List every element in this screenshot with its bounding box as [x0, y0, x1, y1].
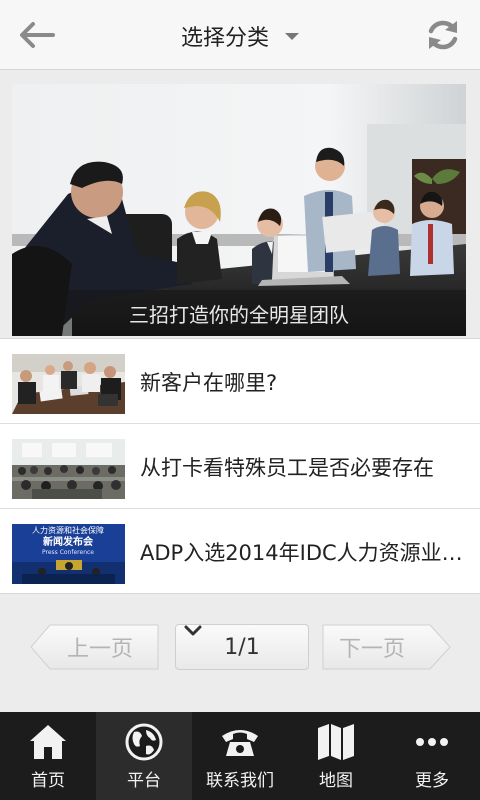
- tab-platform[interactable]: 平台: [96, 712, 192, 800]
- news-title: 新客户在哪里?: [140, 371, 278, 395]
- back-button[interactable]: [14, 14, 60, 56]
- thumb-line3: Press Conference: [42, 549, 94, 556]
- thumb-line2: 新闻发布会: [43, 535, 93, 548]
- tab-label: 联系我们: [206, 771, 274, 791]
- news-title: 从打卡看特殊员工是否必要存在: [140, 456, 434, 480]
- news-thumbnail: [12, 439, 125, 499]
- phone-icon: [222, 730, 258, 756]
- news-item[interactable]: 从打卡看特殊员工是否必要存在: [0, 424, 480, 509]
- bottom-tab-bar: 首页 平台 联系我们 地图 更多: [0, 712, 480, 800]
- news-title: ADP入选2014年IDC人力资源业…: [140, 541, 463, 565]
- category-selector[interactable]: 选择分类: [150, 18, 330, 54]
- next-page-button[interactable]: 下一页: [322, 624, 451, 670]
- top-bar: 选择分类: [0, 0, 480, 70]
- tab-home[interactable]: 首页: [0, 712, 96, 800]
- prev-page-button[interactable]: 上一页: [30, 624, 159, 670]
- tab-label: 平台: [127, 771, 161, 791]
- tab-label: 地图: [319, 771, 353, 791]
- next-page-label: 下一页: [338, 637, 405, 662]
- refresh-button[interactable]: [420, 14, 466, 56]
- chevron-down-icon: [184, 625, 202, 636]
- map-icon: [318, 724, 354, 760]
- news-item[interactable]: 新客户在哪里?: [0, 339, 480, 424]
- banner-slide[interactable]: 三招打造你的全明星团队: [12, 84, 466, 336]
- more-dots-icon: [416, 738, 448, 746]
- page-selector[interactable]: 1/1: [175, 624, 309, 670]
- globe-icon: [125, 723, 163, 761]
- tab-label: 首页: [31, 771, 65, 791]
- dropdown-caret-icon: [285, 32, 299, 40]
- thumb-line1: 人力资源和社会保障: [32, 525, 104, 535]
- news-list: 新客户在哪里? 从打卡看特殊员工是否必要存在 人力资源和社会保障 新闻发布会 P…: [0, 338, 480, 594]
- news-item[interactable]: 人力资源和社会保障 新闻发布会 Press Conference ADP入选20…: [0, 509, 480, 594]
- tab-label: 更多: [415, 771, 449, 791]
- home-icon: [30, 725, 66, 759]
- tab-map[interactable]: 地图: [288, 712, 384, 800]
- prev-page-label: 上一页: [66, 637, 133, 662]
- news-thumbnail: [12, 354, 125, 414]
- refresh-icon: [428, 20, 458, 50]
- banner-caption: 三招打造你的全明星团队: [12, 290, 466, 336]
- page-title: 选择分类: [180, 26, 269, 51]
- tab-contact[interactable]: 联系我们: [192, 712, 288, 800]
- pagination: 上一页 1/1 下一页: [0, 622, 480, 672]
- back-arrow-icon: [20, 22, 55, 48]
- news-thumbnail: 人力资源和社会保障 新闻发布会 Press Conference: [12, 524, 125, 584]
- page-indicator: 1/1: [224, 634, 260, 660]
- tab-more[interactable]: 更多: [384, 712, 480, 800]
